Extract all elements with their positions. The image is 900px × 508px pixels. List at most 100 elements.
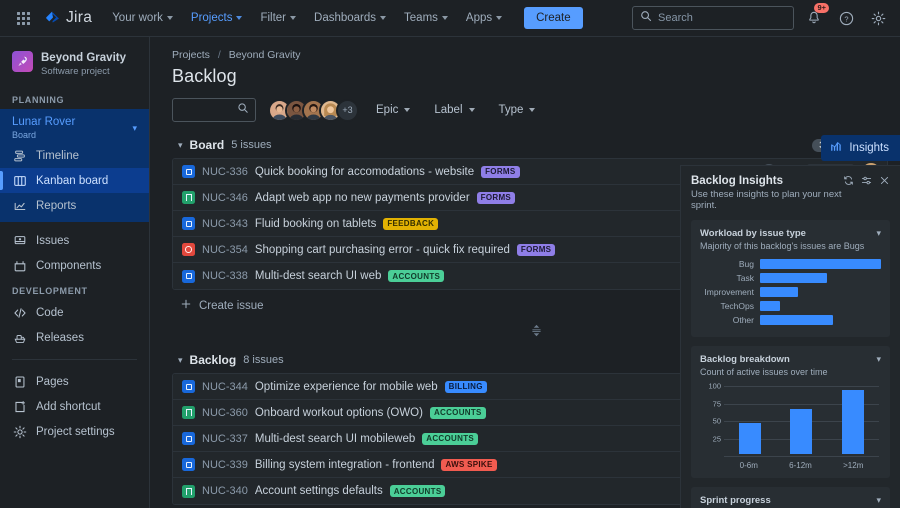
issue-summary: Fluid booking on tablets [254, 217, 377, 230]
issue-key[interactable]: NUC-337 [202, 433, 248, 445]
workload-bar-label: Improvement [704, 287, 754, 297]
issue-key[interactable]: NUC-338 [202, 270, 248, 282]
issue-key[interactable]: NUC-340 [202, 485, 248, 497]
nav-projects[interactable]: Projects [183, 5, 251, 40]
chevron-down-icon [290, 16, 297, 20]
chevron-down-icon[interactable]: ▾ [876, 495, 881, 506]
group-issue-count: 8 issues [243, 354, 284, 366]
sidebar-item-label: Reports [36, 199, 77, 212]
filter-epic[interactable]: Epic [369, 100, 417, 120]
nav-your-work[interactable]: Your work [104, 5, 181, 31]
issue-key[interactable]: NUC-354 [202, 244, 248, 256]
y-axis-tick: 50 [712, 416, 721, 426]
chevron-down-icon[interactable]: ▾ [178, 355, 183, 366]
sidebar-item-label: Issues [36, 234, 70, 247]
sprint-progress-title: Sprint progress [700, 495, 771, 506]
svg-text:?: ? [844, 14, 848, 23]
sidebar-item-reports[interactable]: Reports [0, 193, 149, 218]
app-switcher-grid-icon[interactable] [10, 5, 36, 31]
refresh-icon[interactable] [843, 175, 854, 189]
filter-type[interactable]: Type [492, 100, 543, 120]
breakdown-bar [790, 409, 813, 454]
breadcrumb-separator: / [217, 49, 221, 61]
issue-label-chip[interactable]: FORMS [476, 191, 516, 204]
chevron-down-icon [236, 16, 243, 20]
workload-card-title: Workload by issue type [700, 228, 806, 239]
y-axis-tick: 25 [712, 434, 721, 443]
plus-icon [180, 298, 192, 313]
sidebar-item-issues[interactable]: Issues [0, 228, 149, 253]
issue-label-chip[interactable]: AWS SPIKE [441, 458, 497, 471]
close-icon[interactable] [879, 175, 890, 189]
issue-label-chip[interactable]: ACCOUNTS [389, 485, 446, 497]
workload-bar-task: Task [700, 273, 881, 283]
global-search[interactable] [632, 6, 794, 30]
insights-panel-actions [843, 175, 890, 189]
workload-bar-label: Bug [738, 259, 754, 269]
sidebar-item-add-shortcut[interactable]: Add shortcut [0, 394, 149, 419]
help-button[interactable]: ? [834, 6, 858, 30]
create-button[interactable]: Create [524, 7, 583, 29]
sidebar-item-kanban-board[interactable]: Kanban board [0, 168, 149, 194]
backlog-search-input[interactable] [179, 104, 237, 116]
issue-key[interactable]: NUC-346 [202, 192, 248, 204]
sidebar-item-pages[interactable]: Pages [0, 369, 149, 394]
breadcrumb-projects[interactable]: Projects [172, 49, 210, 61]
sidebar-item-releases[interactable]: Releases [0, 325, 149, 350]
issue-key[interactable]: NUC-360 [202, 407, 248, 419]
workload-bar-improvement: Improvement [700, 287, 881, 297]
notifications-button[interactable]: 9+ [802, 3, 829, 30]
breadcrumb-project[interactable]: Beyond Gravity [229, 49, 301, 61]
breakdown-card-title: Backlog breakdown [700, 354, 790, 365]
issue-label-chip[interactable]: BILLING [444, 380, 487, 393]
issue-key[interactable]: NUC-336 [202, 166, 248, 178]
workload-card-subtitle: Majority of this backlog's issues are Bu… [700, 241, 865, 251]
issue-label-chip[interactable]: ACCOUNTS [422, 432, 479, 445]
settings-sliders-icon[interactable] [861, 175, 872, 189]
board-sub: Board [12, 130, 37, 141]
workload-bar-label: TechOps [720, 301, 754, 311]
issue-key[interactable]: NUC-343 [202, 218, 248, 230]
chevron-down-icon [529, 108, 536, 112]
sidebar-item-code[interactable]: Code [0, 300, 149, 325]
project-type: Software project [41, 66, 110, 78]
settings-button[interactable] [866, 6, 890, 30]
issue-key[interactable]: NUC-339 [202, 459, 248, 471]
nav-apps[interactable]: Apps [458, 5, 510, 31]
nav-projects-label: Projects [190, 12, 233, 24]
components-icon [12, 258, 27, 273]
issue-label-chip[interactable]: ACCOUNTS [429, 406, 486, 419]
sidebar-item-timeline[interactable]: Timeline [0, 143, 149, 168]
chevron-down-icon[interactable]: ▾ [876, 228, 881, 239]
nav-filter[interactable]: Filter [252, 5, 304, 31]
sidebar-item-project-settings[interactable]: Project settings [0, 419, 149, 444]
chevron-down-icon[interactable]: ▾ [132, 123, 137, 134]
search-input[interactable] [658, 12, 786, 24]
filter-label[interactable]: Label [427, 100, 481, 120]
nav-dashboards[interactable]: Dashboards [306, 5, 394, 31]
issue-label-chip[interactable]: FORMS [481, 165, 520, 178]
filter-epic-label: Epic [376, 104, 399, 116]
issue-type-story-icon [182, 269, 195, 283]
sidebar-item-components[interactable]: Components [0, 253, 149, 278]
nav-teams[interactable]: Teams [396, 5, 456, 31]
x-axis-tick: 0-6m [739, 461, 758, 470]
sidebar-board-selector[interactable]: Lunar Rover Board ▾ [0, 111, 149, 143]
chevron-down-icon[interactable]: ▾ [876, 354, 881, 365]
issue-label-chip[interactable]: FEEDBACK [383, 217, 439, 230]
jira-logo[interactable]: Jira [44, 9, 92, 27]
workload-bar-value [760, 259, 881, 269]
backlog-search[interactable] [172, 98, 256, 122]
chevron-down-icon[interactable]: ▾ [178, 140, 183, 151]
breadcrumb: Projects / Beyond Gravity [172, 49, 884, 61]
issue-key[interactable]: NUC-344 [202, 381, 248, 393]
issue-summary: Shopping cart purchasing error - quick f… [254, 243, 510, 256]
insights-button[interactable]: Insights [821, 135, 900, 161]
issue-label-chip[interactable]: FORMS [516, 243, 556, 256]
breakdown-card-header: Backlog breakdown ▾ [700, 354, 881, 365]
avatar-overflow-count[interactable]: +3 [336, 98, 359, 122]
sidebar-project-header[interactable]: Beyond Gravity Software project [0, 47, 149, 87]
filter-label-label: Label [434, 104, 463, 116]
issue-type-task-icon [182, 406, 195, 419]
issue-label-chip[interactable]: ACCOUNTS [388, 270, 445, 282]
